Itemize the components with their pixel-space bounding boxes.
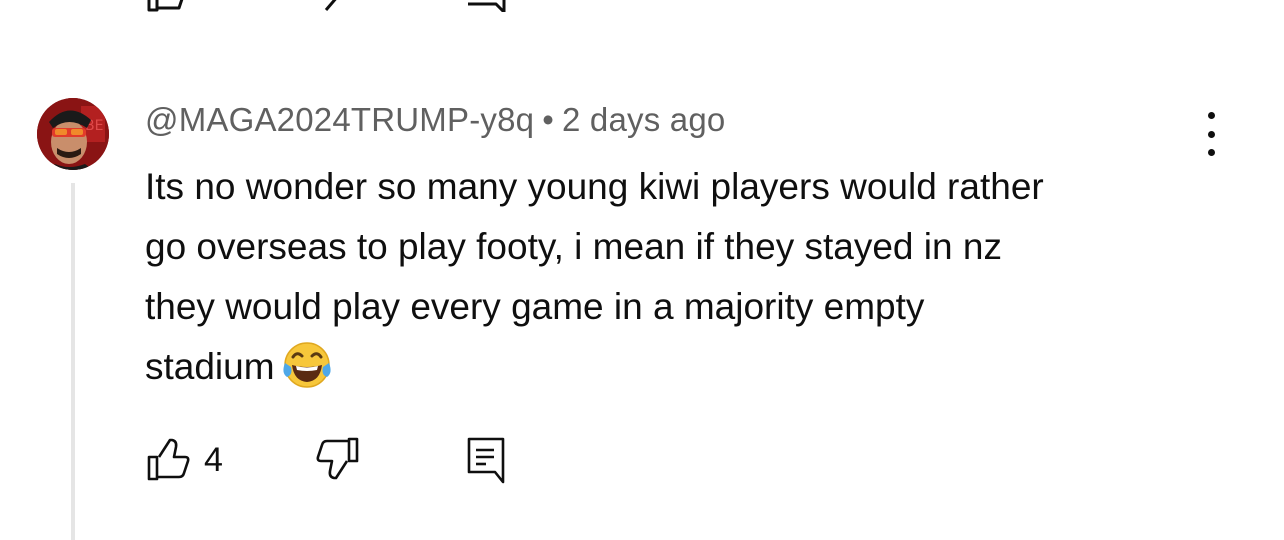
more-vertical-icon[interactable] xyxy=(1196,112,1226,156)
thumbs-down-icon[interactable] xyxy=(314,436,360,482)
comment-line: they would play every game in a majority… xyxy=(145,286,925,327)
more-dot xyxy=(1207,112,1215,119)
comment-actions xyxy=(0,436,1284,486)
reply-comment-icon[interactable] xyxy=(466,436,506,484)
comment-line: stadium xyxy=(145,346,275,387)
comment-line: go overseas to play footy, i mean if the… xyxy=(145,226,1002,267)
thumbs-up-icon[interactable] xyxy=(145,0,189,12)
reply-comment-icon[interactable] xyxy=(466,0,510,12)
thumbs-up-icon[interactable] xyxy=(146,436,192,482)
comment-text: Its no wonder so many young kiwi players… xyxy=(145,157,1225,397)
face-with-tears-of-joy-icon xyxy=(282,342,331,388)
previous-comment-actions xyxy=(0,0,1284,12)
more-dot xyxy=(1207,130,1215,138)
thumbs-down-icon[interactable] xyxy=(318,0,362,12)
like-count: 4 xyxy=(204,441,223,479)
comment-meta: @MAGA2024TRUMP-y8q • 2 days ago xyxy=(145,101,725,139)
more-dot xyxy=(1207,149,1215,156)
comment-thread: BE @MAGA2024TRUMP-y8q • 2 days ago Its no … xyxy=(0,0,1284,540)
avatar[interactable]: BE xyxy=(37,98,109,170)
comment-timestamp[interactable]: 2 days ago xyxy=(562,101,725,138)
comment-line-last: stadium xyxy=(145,337,1225,397)
comment-line: Its no wonder so many young kiwi players… xyxy=(145,166,1044,207)
meta-separator: • xyxy=(542,101,554,138)
thread-line xyxy=(71,183,75,540)
avatar-image: BE xyxy=(37,98,109,170)
comment-author[interactable]: @MAGA2024TRUMP-y8q xyxy=(145,101,534,138)
